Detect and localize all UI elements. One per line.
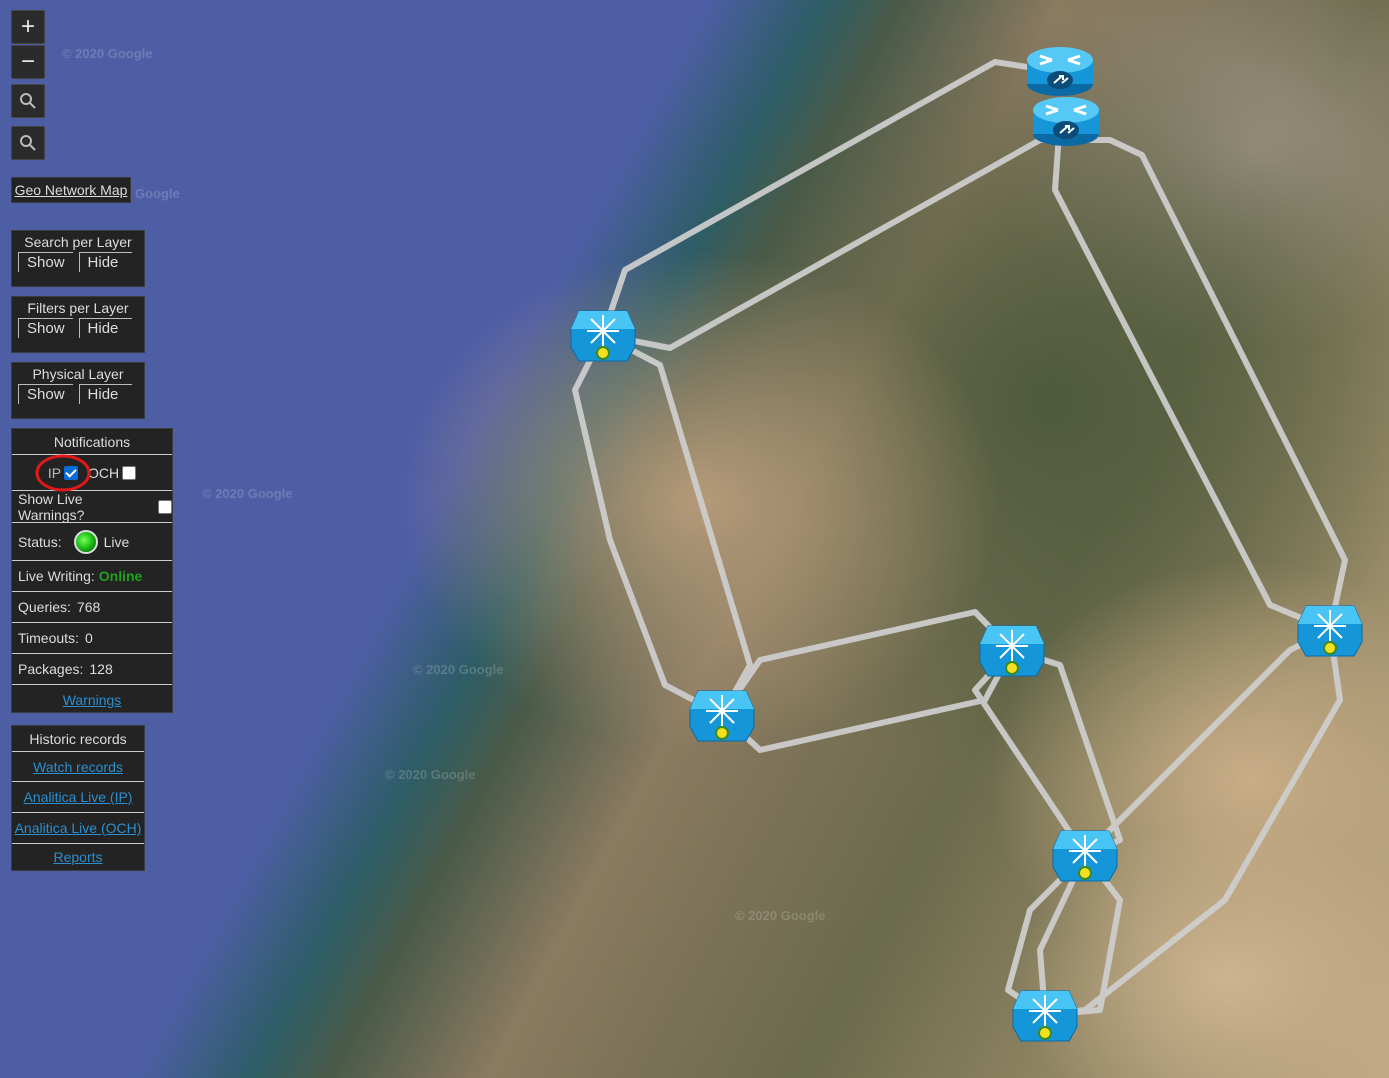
- show-button[interactable]: Show: [18, 318, 73, 338]
- layer-filter-row: IP OCH: [12, 454, 172, 492]
- router-node: [1031, 95, 1101, 148]
- status-value: Live: [103, 533, 130, 550]
- physical-layer-panel: Physical Layer Show Hide: [11, 362, 145, 419]
- queries-label: Queries:: [18, 599, 71, 615]
- search-icon: [20, 93, 36, 109]
- queries-value: 768: [76, 599, 101, 615]
- switch-node: [689, 690, 755, 742]
- zoom-out-button[interactable]: −: [11, 45, 45, 79]
- packages-label: Packages:: [18, 661, 84, 677]
- network-links: [572, 59, 1348, 1018]
- analitica-live-och-link[interactable]: Analitica Live (OCH): [15, 820, 142, 836]
- hide-button[interactable]: Hide: [78, 252, 132, 272]
- analitica-live-ip-link[interactable]: Analitica Live (IP): [24, 789, 133, 805]
- filters-per-layer-panel: Filters per Layer Show Hide: [11, 296, 145, 353]
- queries-row: Queries: 768: [12, 592, 172, 623]
- switch-node: [1012, 990, 1078, 1042]
- timeouts-row: Timeouts: 0: [12, 623, 172, 654]
- watch-records-link[interactable]: Watch records: [33, 759, 123, 775]
- packages-value: 128: [89, 661, 113, 677]
- show-button[interactable]: Show: [18, 252, 73, 272]
- zoom-in-button[interactable]: +: [11, 10, 45, 44]
- historic-records-panel: Historic records Watch records Analitica…: [11, 725, 145, 871]
- highlight-circle: [35, 454, 91, 492]
- router-node: [1025, 45, 1095, 98]
- live-warnings-row: Show Live Warnings?: [12, 491, 172, 523]
- status-label: Status:: [18, 533, 62, 550]
- timeouts-value: 0: [84, 630, 93, 646]
- search-icon: [20, 135, 36, 151]
- switch-node: [1297, 605, 1363, 657]
- panel-title: Filters per Layer: [27, 300, 129, 316]
- historic-link-row: Analitica Live (OCH): [12, 813, 144, 844]
- notifications-title: Notifications: [12, 429, 172, 455]
- search-per-layer-panel: Search per Layer Show Hide: [11, 230, 145, 287]
- switch-node: [1052, 830, 1118, 882]
- show-live-warnings-label: Show Live Warnings?: [18, 490, 85, 523]
- panel-title: Search per Layer: [24, 234, 132, 250]
- live-writing-row: Live Writing: Online: [12, 561, 172, 592]
- hide-button[interactable]: Hide: [78, 318, 132, 338]
- historic-link-row: Reports: [12, 844, 144, 870]
- show-button[interactable]: Show: [18, 384, 73, 404]
- och-label: OCH: [88, 464, 120, 481]
- hide-button[interactable]: Hide: [78, 384, 132, 404]
- historic-link-row: Watch records: [12, 752, 144, 782]
- reports-link[interactable]: Reports: [53, 849, 102, 865]
- timeouts-label: Timeouts:: [18, 630, 79, 646]
- live-warnings-checkbox[interactable]: [158, 499, 172, 514]
- notifications-panel: Notifications IP OCH Show Live Warnings?…: [11, 428, 173, 713]
- warnings-link[interactable]: Warnings: [63, 692, 122, 708]
- search-layer-button[interactable]: [11, 126, 45, 160]
- status-led-icon: [73, 529, 98, 554]
- warnings-row: Warnings: [12, 685, 172, 714]
- historic-link-row: Analitica Live (IP): [12, 782, 144, 813]
- live-writing-value: Online: [98, 568, 143, 584]
- switch-node: [979, 625, 1045, 677]
- satellite-map[interactable]: © 2020 Google Google © 2020 Google © 202…: [0, 0, 1389, 1078]
- geo-network-map-button[interactable]: Geo Network Map: [11, 177, 131, 203]
- och-checkbox[interactable]: [122, 465, 137, 480]
- switch-node: [570, 310, 636, 362]
- live-writing-label: Live Writing:: [18, 568, 95, 584]
- historic-title: Historic records: [12, 726, 144, 752]
- packages-row: Packages: 128: [12, 654, 172, 685]
- status-row: Status: Live: [12, 523, 172, 561]
- search-button[interactable]: [11, 84, 45, 118]
- network-topology: [570, 45, 1363, 1042]
- panel-title: Physical Layer: [32, 366, 124, 382]
